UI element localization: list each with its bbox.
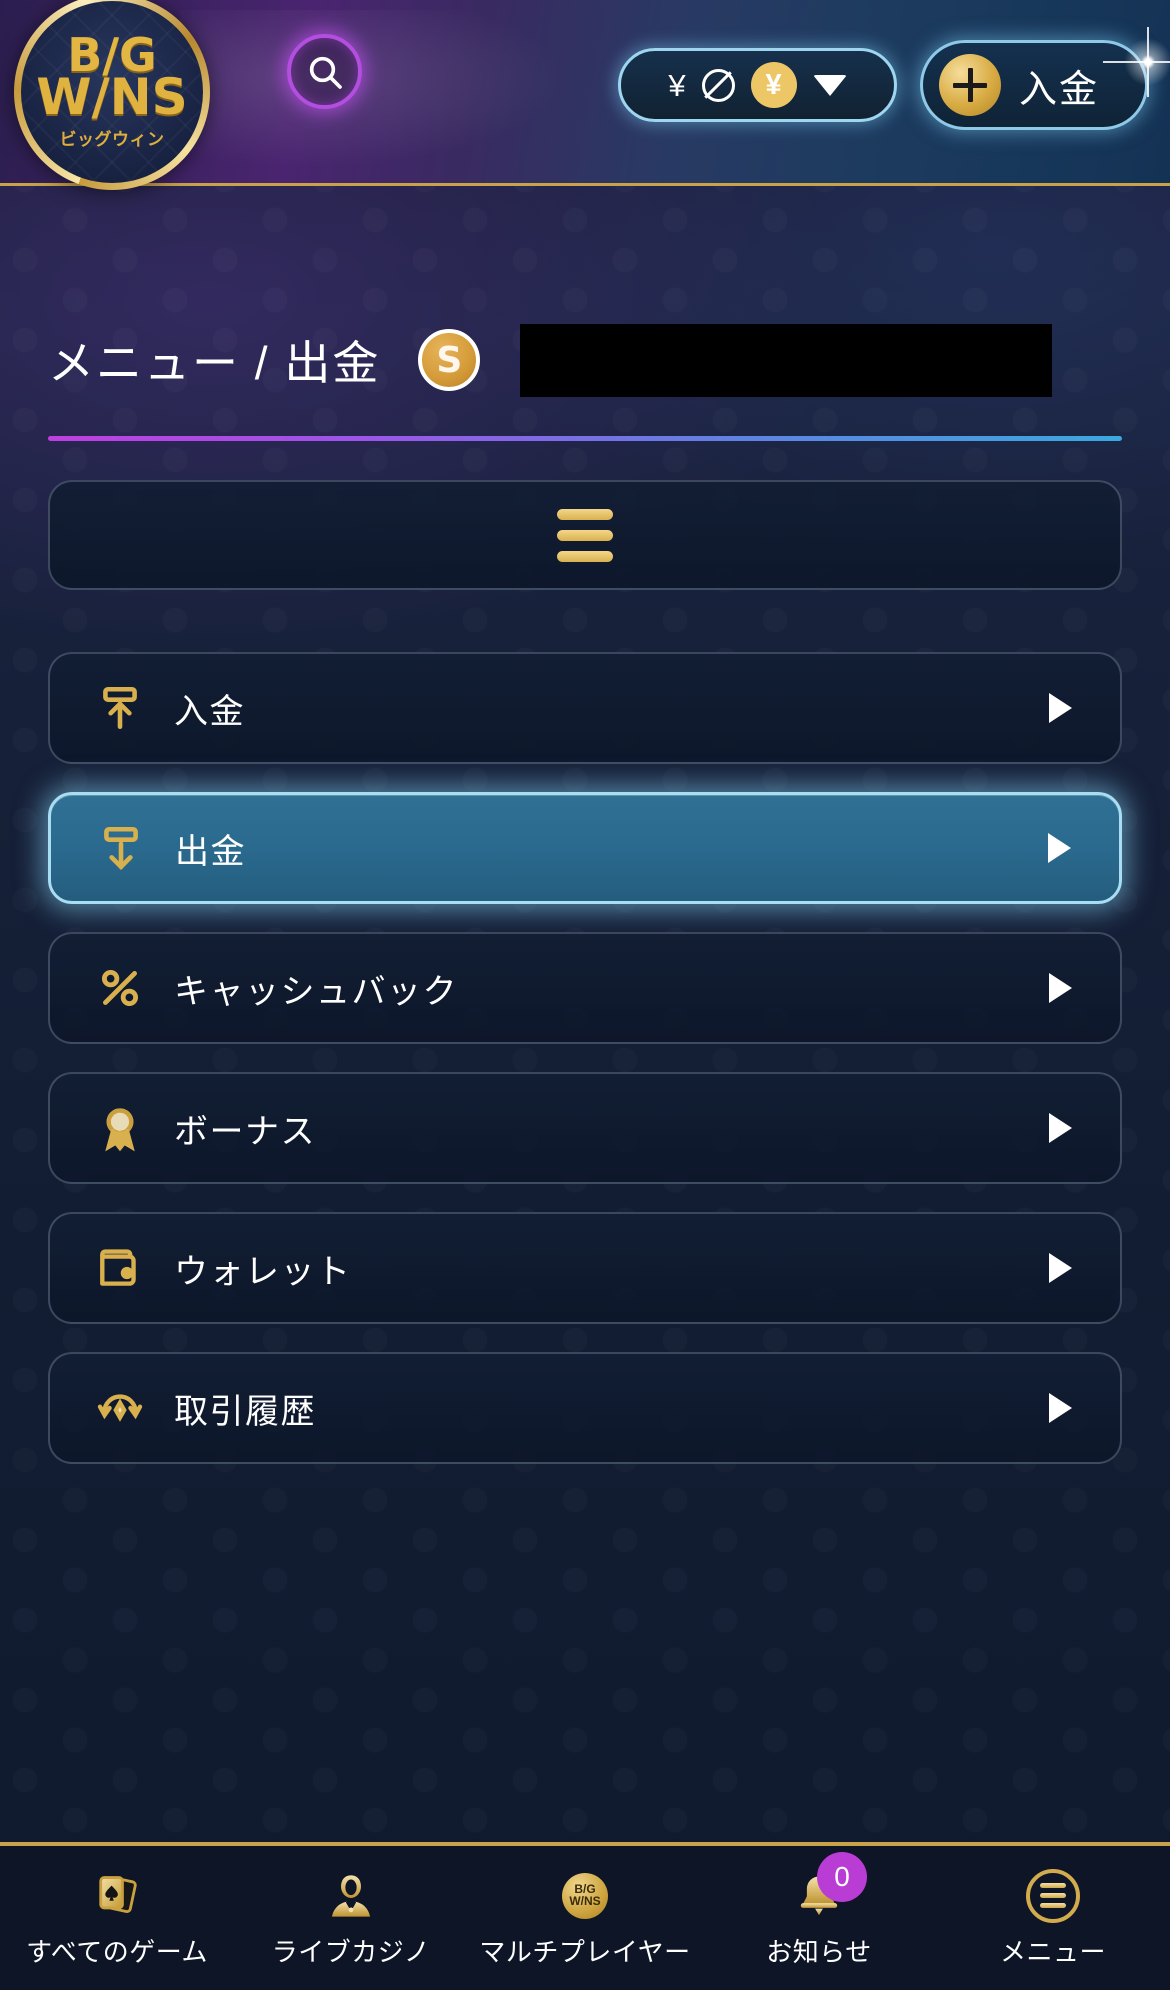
page-title: メニュー / 出金 [48, 337, 381, 389]
deposit-button-label: 入金 [1019, 68, 1100, 111]
username-redacted [520, 323, 1053, 397]
menu-item-label: 取引履歴 [174, 1392, 316, 1431]
nav-item-menu[interactable]: メニュー [936, 1846, 1170, 1990]
menu-item-label: 入金 [174, 692, 245, 731]
coin-yen-icon: ¥ [750, 62, 797, 108]
bigwins-logo[interactable]: B/G W/NS ビッグウィン [14, 0, 210, 190]
search-icon [309, 56, 342, 89]
menu-toggle-button[interactable] [48, 480, 1122, 590]
playing-cards-icon [91, 1868, 143, 1924]
percent-icon [92, 960, 148, 1016]
nav-label: メニュー [999, 1936, 1106, 1967]
deposit-button[interactable]: 入金 [920, 40, 1148, 130]
wallet-icon [92, 1240, 148, 1296]
withdraw-arrow-down-icon [93, 820, 149, 876]
title-divider [48, 436, 1122, 441]
nav-label: お知らせ [766, 1936, 872, 1967]
menu-circle-shape [1026, 1868, 1080, 1923]
medal-ribbon-icon [92, 1100, 148, 1156]
balance-chip[interactable]: ¥ ¥ [618, 48, 897, 122]
bottom-navigation: すべてのゲーム ライブカジノ B/G W/NS マルチプレイヤー 0 お知らせ … [0, 1842, 1170, 1990]
nav-item-notifications[interactable]: 0 お知らせ [702, 1846, 936, 1990]
menu-item-transaction-history[interactable]: 取引履歴 [48, 1352, 1122, 1464]
menu-item-label: キャッシュバック [174, 972, 458, 1011]
nav-item-multiplayer[interactable]: B/G W/NS マルチプレイヤー [468, 1846, 702, 1990]
logo-sparkle-icon [1120, 34, 1170, 90]
live-dealer-icon [325, 1868, 377, 1924]
header-glow [180, 10, 600, 180]
logo-subtitle: ビッグウィン [59, 130, 165, 150]
nav-label: すべてのゲーム [26, 1936, 208, 1967]
page-title-row: メニュー / 出金 S [0, 305, 1170, 415]
menu-circle-icon [1026, 1868, 1080, 1924]
play-caret-icon [1049, 1253, 1072, 1283]
nav-item-live-casino[interactable]: ライブカジノ [234, 1846, 468, 1990]
menu-item-deposit[interactable]: 入金 [48, 652, 1122, 764]
logo-inner: B/G W/NS ビッグウィン [21, 1, 203, 183]
notification-badge: 0 [817, 1851, 867, 1902]
chevron-down-icon[interactable] [812, 74, 847, 96]
menu-item-bonus[interactable]: ボーナス [48, 1072, 1122, 1184]
transaction-history-icon [92, 1380, 148, 1436]
deposit-arrow-up-icon [92, 680, 148, 736]
menu-item-wallet[interactable]: ウォレット [48, 1212, 1122, 1324]
search-button[interactable] [287, 34, 362, 109]
play-caret-icon [1049, 1113, 1072, 1143]
app-header: B/G W/NS ビッグウィン ¥ ¥ 入金 [0, 0, 1170, 190]
play-caret-icon [1049, 973, 1072, 1003]
hamburger-icon [557, 508, 613, 562]
menu-item-label: 出金 [175, 832, 246, 871]
menu-item-cashback[interactable]: キャッシュバック [48, 932, 1122, 1044]
nav-label: ライブカジノ [271, 1936, 431, 1967]
menu-list: 入金 出金 キャッシュバック ボーナス ウォレット 取引履歴 [0, 480, 1170, 1492]
coin-face: B/G W/NS [562, 1872, 608, 1919]
nav-item-all-games[interactable]: すべてのゲーム [0, 1846, 234, 1990]
logo-line-2: W/NS [36, 67, 188, 126]
bell-icon: 0 [793, 1851, 867, 1924]
no-entry-icon [701, 68, 735, 102]
menu-item-label: ボーナス [174, 1112, 316, 1151]
currency-symbol: ¥ [668, 67, 686, 103]
menu-item-label: ウォレット [174, 1252, 352, 1291]
menu-item-withdraw[interactable]: 出金 [48, 792, 1122, 904]
play-caret-icon [1049, 1393, 1072, 1423]
play-caret-icon [1048, 833, 1071, 863]
plus-circle-icon [939, 54, 1001, 116]
play-caret-icon [1049, 693, 1072, 723]
nav-label: マルチプレイヤー [479, 1936, 691, 1967]
bigwins-coin-icon: B/G W/NS [562, 1868, 608, 1924]
app-root: B/G W/NS ビッグウィン ¥ ¥ 入金 メニュー / 出金 S 入金 出金… [0, 0, 1170, 1990]
avatar: S [418, 329, 481, 391]
